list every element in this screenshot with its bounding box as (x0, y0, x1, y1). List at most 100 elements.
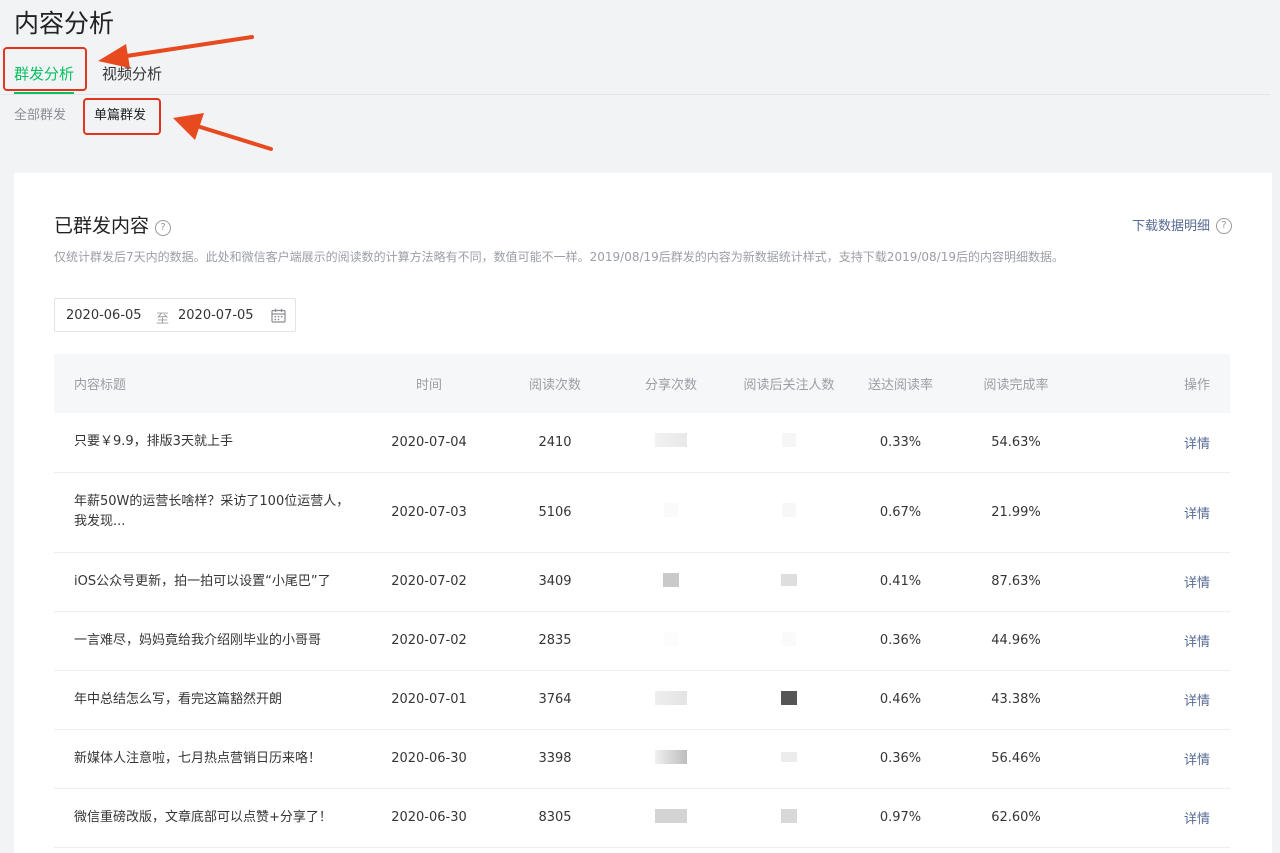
row-time: 2020-07-02 (354, 611, 504, 671)
stats-note: 仅统计群发后7天内的数据。此处和微信客户端展示的阅读数的计算方法略有不同，数值可… (54, 250, 1064, 264)
details-link[interactable]: 详情 (1184, 635, 1210, 650)
redacted-value (781, 573, 797, 586)
published-content-card: 已群发内容? 下载数据明细? 仅统计群发后7天内的数据。此处和微信客户端展示的阅… (14, 173, 1272, 853)
calendar-icon[interactable] (271, 308, 286, 323)
redacted-value (782, 503, 796, 517)
row-time: 2020-07-01 (354, 670, 504, 730)
row-follows (736, 788, 842, 848)
row-title: 年薪50W的运营长啥样？采访了100位运营人，我发现... (54, 472, 354, 553)
subtab-single-send[interactable]: 单篇群发 (94, 104, 146, 123)
row-reads: 2410 (504, 413, 606, 473)
header-delivery-read-rate: 送达阅读率 (842, 354, 959, 413)
row-reads: 5106 (504, 472, 606, 553)
row-time: 2020-07-04 (354, 413, 504, 473)
table-row: iOS公众号更新，拍一拍可以设置“小尾巴”了 2020-07-02 3409 0… (54, 552, 1230, 612)
tab-group-send-analysis[interactable]: 群发分析 (14, 63, 75, 94)
page-title: 内容分析 (14, 9, 115, 38)
redacted-value (782, 433, 796, 448)
row-follows (736, 670, 842, 730)
table-row: 年中总结怎么写，看完这篇豁然开朗 2020-07-01 3764 0.46% 4… (54, 670, 1230, 730)
redacted-value (655, 749, 687, 764)
row-follows (736, 611, 842, 671)
section-title: 已群发内容? (54, 211, 172, 238)
table-row: 一言难尽，妈妈竟给我介绍刚毕业的小哥哥 2020-07-02 2835 0.36… (54, 611, 1230, 671)
row-delivery-rate: 0.41% (842, 552, 959, 612)
tab-video-analysis[interactable]: 视频分析 (102, 63, 162, 91)
redacted-value (655, 433, 687, 448)
redacted-value (782, 631, 796, 646)
header-reads: 阅读次数 (504, 354, 606, 413)
table-row: 微信重磅改版，文章底部可以点赞+分享了！ 2020-06-30 8305 0.9… (54, 788, 1230, 848)
row-follows (736, 472, 842, 553)
redacted-value (655, 690, 687, 705)
row-shares (606, 413, 736, 473)
content-table: 内容标题 时间 阅读次数 分享次数 阅读后关注人数 送达阅读率 阅读完成率 操作… (54, 354, 1230, 848)
details-link[interactable]: 详情 (1184, 694, 1210, 709)
details-link[interactable]: 详情 (1184, 437, 1210, 452)
subtab-all-sends[interactable]: 全部群发 (14, 104, 66, 123)
date-start: 2020-06-05 (66, 308, 142, 323)
row-delivery-rate: 0.97% (842, 788, 959, 848)
row-delivery-rate: 0.67% (842, 472, 959, 553)
row-completion-rate: 43.38% (959, 670, 1073, 730)
redacted-value (664, 631, 678, 646)
details-link[interactable]: 详情 (1184, 507, 1210, 522)
question-circle-icon[interactable]: ? (155, 220, 172, 236)
row-completion-rate: 62.60% (959, 788, 1073, 848)
row-title: iOS公众号更新，拍一拍可以设置“小尾巴”了 (54, 552, 354, 612)
row-shares (606, 670, 736, 730)
date-end: 2020-07-05 (178, 308, 254, 323)
date-separator: 至 (156, 312, 170, 327)
redacted-value (664, 503, 678, 517)
redacted-value (781, 690, 797, 705)
redacted-value (781, 752, 797, 762)
row-title: 一言难尽，妈妈竟给我介绍刚毕业的小哥哥 (54, 611, 354, 671)
table-row: 新媒体人注意啦，七月热点营销日历来咯！ 2020-06-30 3398 0.36… (54, 729, 1230, 789)
header-follows-after-read: 阅读后关注人数 (736, 354, 842, 413)
header-title: 内容标题 (54, 354, 354, 413)
row-shares (606, 472, 736, 553)
row-reads: 3409 (504, 552, 606, 612)
redacted-value (663, 572, 679, 587)
date-range-picker[interactable]: 2020-06-05 至 2020-07-05 (54, 298, 296, 332)
table-header-row: 内容标题 时间 阅读次数 分享次数 阅读后关注人数 送达阅读率 阅读完成率 操作 (54, 354, 1230, 413)
row-title: 年中总结怎么写，看完这篇豁然开朗 (54, 670, 354, 730)
row-reads: 3764 (504, 670, 606, 730)
row-completion-rate: 54.63% (959, 413, 1073, 473)
details-link[interactable]: 详情 (1184, 576, 1210, 591)
row-time: 2020-06-30 (354, 788, 504, 848)
row-time: 2020-06-30 (354, 729, 504, 789)
details-link[interactable]: 详情 (1184, 753, 1210, 768)
row-time: 2020-07-02 (354, 552, 504, 612)
table-row: 只要￥9.9，排版3天就上手 2020-07-04 2410 0.33% 54.… (54, 413, 1230, 473)
row-reads: 2835 (504, 611, 606, 671)
row-delivery-rate: 0.33% (842, 413, 959, 473)
row-title: 新媒体人注意啦，七月热点营销日历来咯！ (54, 729, 354, 789)
redacted-value (781, 808, 797, 823)
table-row: 年薪50W的运营长啥样？采访了100位运营人，我发现... 2020-07-03… (54, 472, 1230, 553)
row-delivery-rate: 0.36% (842, 729, 959, 789)
row-completion-rate: 87.63% (959, 552, 1073, 612)
row-follows (736, 729, 842, 789)
row-reads: 3398 (504, 729, 606, 789)
row-delivery-rate: 0.46% (842, 670, 959, 730)
header-completion-rate: 阅读完成率 (959, 354, 1073, 413)
row-completion-rate: 21.99% (959, 472, 1073, 553)
row-completion-rate: 44.96% (959, 611, 1073, 671)
row-delivery-rate: 0.36% (842, 611, 959, 671)
row-title: 只要￥9.9，排版3天就上手 (54, 413, 354, 473)
row-follows (736, 413, 842, 473)
row-reads: 8305 (504, 788, 606, 848)
annotation-arrow-icon (173, 113, 273, 151)
row-shares (606, 552, 736, 612)
header-shares: 分享次数 (606, 354, 736, 413)
header-time: 时间 (354, 354, 504, 413)
download-details-link[interactable]: 下载数据明细? (1132, 215, 1232, 234)
row-completion-rate: 56.46% (959, 729, 1073, 789)
row-shares (606, 611, 736, 671)
question-circle-icon[interactable]: ? (1216, 218, 1232, 234)
row-title: 微信重磅改版，文章底部可以点赞+分享了！ (54, 788, 354, 848)
details-link[interactable]: 详情 (1184, 812, 1210, 827)
header-action: 操作 (1073, 354, 1230, 413)
row-shares (606, 729, 736, 789)
